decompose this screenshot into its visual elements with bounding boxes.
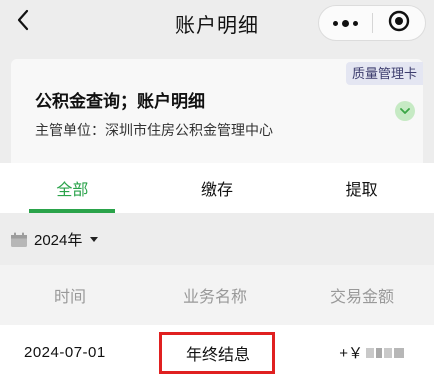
nav-bar: 账户明细 [0,0,434,45]
header-time: 时间 [53,289,86,306]
tab-deposit[interactable]: 缴存 [145,163,290,213]
card-title: 公积金查询；账户明细 [35,92,205,111]
expand-button[interactable] [395,101,415,121]
masked-amount [366,347,404,358]
amount-prefix: +￥ [339,345,363,362]
table-row[interactable]: 2024-07-01 年终结息 +￥ [0,325,434,380]
header-amount: 交易金额 [329,289,394,306]
year-filter-bar: 2024年 [0,213,434,265]
info-card: 质量管理卡 公积金查询；账户明细 主管单位：深圳市住房公积金管理中心 [11,59,423,163]
row-amount: +￥ [290,342,434,363]
mini-program-capsule [318,5,426,41]
header-business-name: 业务名称 [182,289,247,306]
year-selector[interactable]: 2024年 [10,229,99,250]
target-close-icon [388,10,410,37]
close-button[interactable] [373,6,425,40]
chevron-down-icon [400,102,410,120]
row-date: 2024-07-01 [24,344,106,361]
calendar-icon [10,232,28,248]
row-business-cell: 年终结息 [140,331,290,374]
caret-down-icon [88,237,99,242]
quality-badge: 质量管理卡 [345,62,423,85]
more-button[interactable] [319,6,372,40]
more-dots-icon [333,20,338,26]
tab-bar: 全部 缴存 提取 [0,163,434,213]
tab-withdraw[interactable]: 提取 [289,163,434,213]
tab-all[interactable]: 全部 [0,163,145,213]
card-subtitle: 主管单位：深圳市住房公积金管理中心 [35,122,273,138]
row-business-name: 年终结息 [158,331,275,374]
table-header: 时间 业务名称 交易金额 [0,265,434,325]
year-label: 2024年 [34,232,83,249]
